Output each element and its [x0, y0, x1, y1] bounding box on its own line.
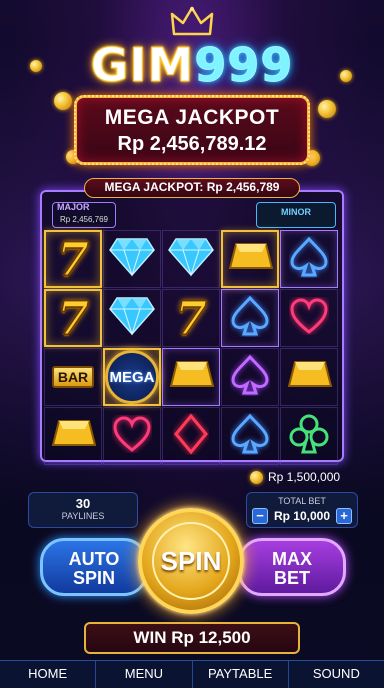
reel-cell: [44, 407, 102, 465]
balance-display: Rp 1,500,000: [250, 470, 340, 484]
spin-button[interactable]: SPIN: [138, 508, 244, 614]
max-bet-line1: MAX: [272, 549, 312, 569]
auto-spin-line2: SPIN: [72, 568, 115, 588]
bar-symbol-icon: BAR: [51, 366, 95, 388]
paylines-box: 30 PAYLINES: [28, 492, 138, 528]
seven-symbol-icon: 7: [56, 290, 90, 346]
reel-cell: [280, 289, 338, 347]
reel-cell: [280, 407, 338, 465]
auto-spin-button[interactable]: AUTO SPIN: [40, 538, 148, 596]
diamond-symbol-icon: [109, 296, 155, 341]
logo-text-999: 999: [194, 38, 294, 93]
spade-symbol-icon: [230, 295, 270, 342]
reel-cell: [162, 407, 220, 465]
gold-symbol-icon: [167, 358, 215, 397]
reel-cell: MEGA: [103, 348, 161, 406]
reel-cell: [103, 407, 161, 465]
jackpot-amount: Rp 2,456,789.12: [117, 133, 267, 155]
reel-cell: [280, 230, 338, 288]
decrease-bet-button[interactable]: −: [252, 508, 268, 524]
spade-symbol-icon: [230, 354, 270, 401]
diamond-symbol-icon: [168, 237, 214, 282]
increase-bet-button[interactable]: +: [336, 508, 352, 524]
reel-cell: [162, 230, 220, 288]
mega-wild-symbol-icon: MEGA: [105, 350, 159, 404]
coin-icon: [318, 100, 336, 118]
coin-icon: [250, 470, 263, 484]
heart-symbol-icon: [112, 415, 152, 458]
jackpot-ticker: MEGA JACKPOT: Rp 2,456,789: [84, 178, 300, 198]
reel-cell: [221, 230, 279, 288]
diamond-suit-symbol-icon: [173, 413, 209, 460]
win-display: WIN Rp 12,500: [84, 622, 300, 654]
nav-menu[interactable]: MENU: [96, 661, 193, 688]
reel-cell: [103, 230, 161, 288]
gold-symbol-icon: [226, 240, 274, 279]
auto-spin-line1: AUTO: [68, 549, 120, 569]
reel-cell: [221, 348, 279, 406]
minor-jackpot-box: MINOR: [256, 202, 336, 228]
reel-cell: 7: [44, 289, 102, 347]
minor-label: MINOR: [281, 207, 311, 217]
nav-paytable[interactable]: PAYTABLE: [193, 661, 289, 688]
spade-symbol-icon: [289, 236, 329, 283]
logo-text-gim: GIM: [90, 38, 195, 93]
total-bet-value: Rp 10,000: [273, 509, 331, 523]
diamond-symbol-icon: [109, 237, 155, 282]
reel-grid[interactable]: 7 7 BAR MEGA 7: [44, 230, 338, 465]
major-jackpot-box: MAJOR Rp 2,456,769: [52, 202, 116, 228]
seven-symbol-icon: 7: [174, 290, 208, 346]
reel-cell: [221, 407, 279, 465]
reel-cell: 7: [44, 230, 102, 288]
total-bet-box: TOTAL BET − Rp 10,000 +: [246, 492, 358, 528]
nav-sound[interactable]: SOUND: [289, 661, 384, 688]
gold-symbol-icon: [285, 358, 333, 397]
max-bet-line2: BET: [274, 568, 310, 588]
mega-jackpot-panel: MEGA JACKPOT Rp 2,456,789.12: [74, 95, 310, 165]
crown-icon: [170, 6, 214, 36]
bottom-nav: HOME MENU PAYTABLE SOUND: [0, 660, 384, 688]
jackpot-title: MEGA JACKPOT: [104, 106, 280, 129]
nav-home[interactable]: HOME: [0, 661, 97, 688]
reel-cell: [221, 289, 279, 347]
spin-label: SPIN: [152, 522, 230, 600]
max-bet-button[interactable]: MAX BET: [238, 538, 346, 596]
reel-cell: 7: [162, 289, 220, 347]
seven-symbol-icon: 7: [56, 231, 90, 287]
spade-symbol-icon: [230, 413, 270, 460]
club-symbol-icon: [289, 413, 329, 460]
reel-cell: [162, 348, 220, 406]
reel-cell: BAR: [44, 348, 102, 406]
game-logo: GIM999: [0, 38, 384, 93]
reel-cell: [280, 348, 338, 406]
coin-icon: [54, 92, 72, 110]
paylines-label: PAYLINES: [61, 511, 105, 521]
major-label: MAJOR: [57, 202, 90, 212]
total-bet-label: TOTAL BET: [278, 496, 326, 506]
heart-symbol-icon: [289, 297, 329, 340]
major-value: Rp 2,456,769: [59, 215, 109, 224]
gold-symbol-icon: [49, 417, 97, 456]
balance-value: Rp 1,500,000: [268, 470, 341, 484]
paylines-count: 30: [75, 496, 91, 511]
reel-cell: [103, 289, 161, 347]
